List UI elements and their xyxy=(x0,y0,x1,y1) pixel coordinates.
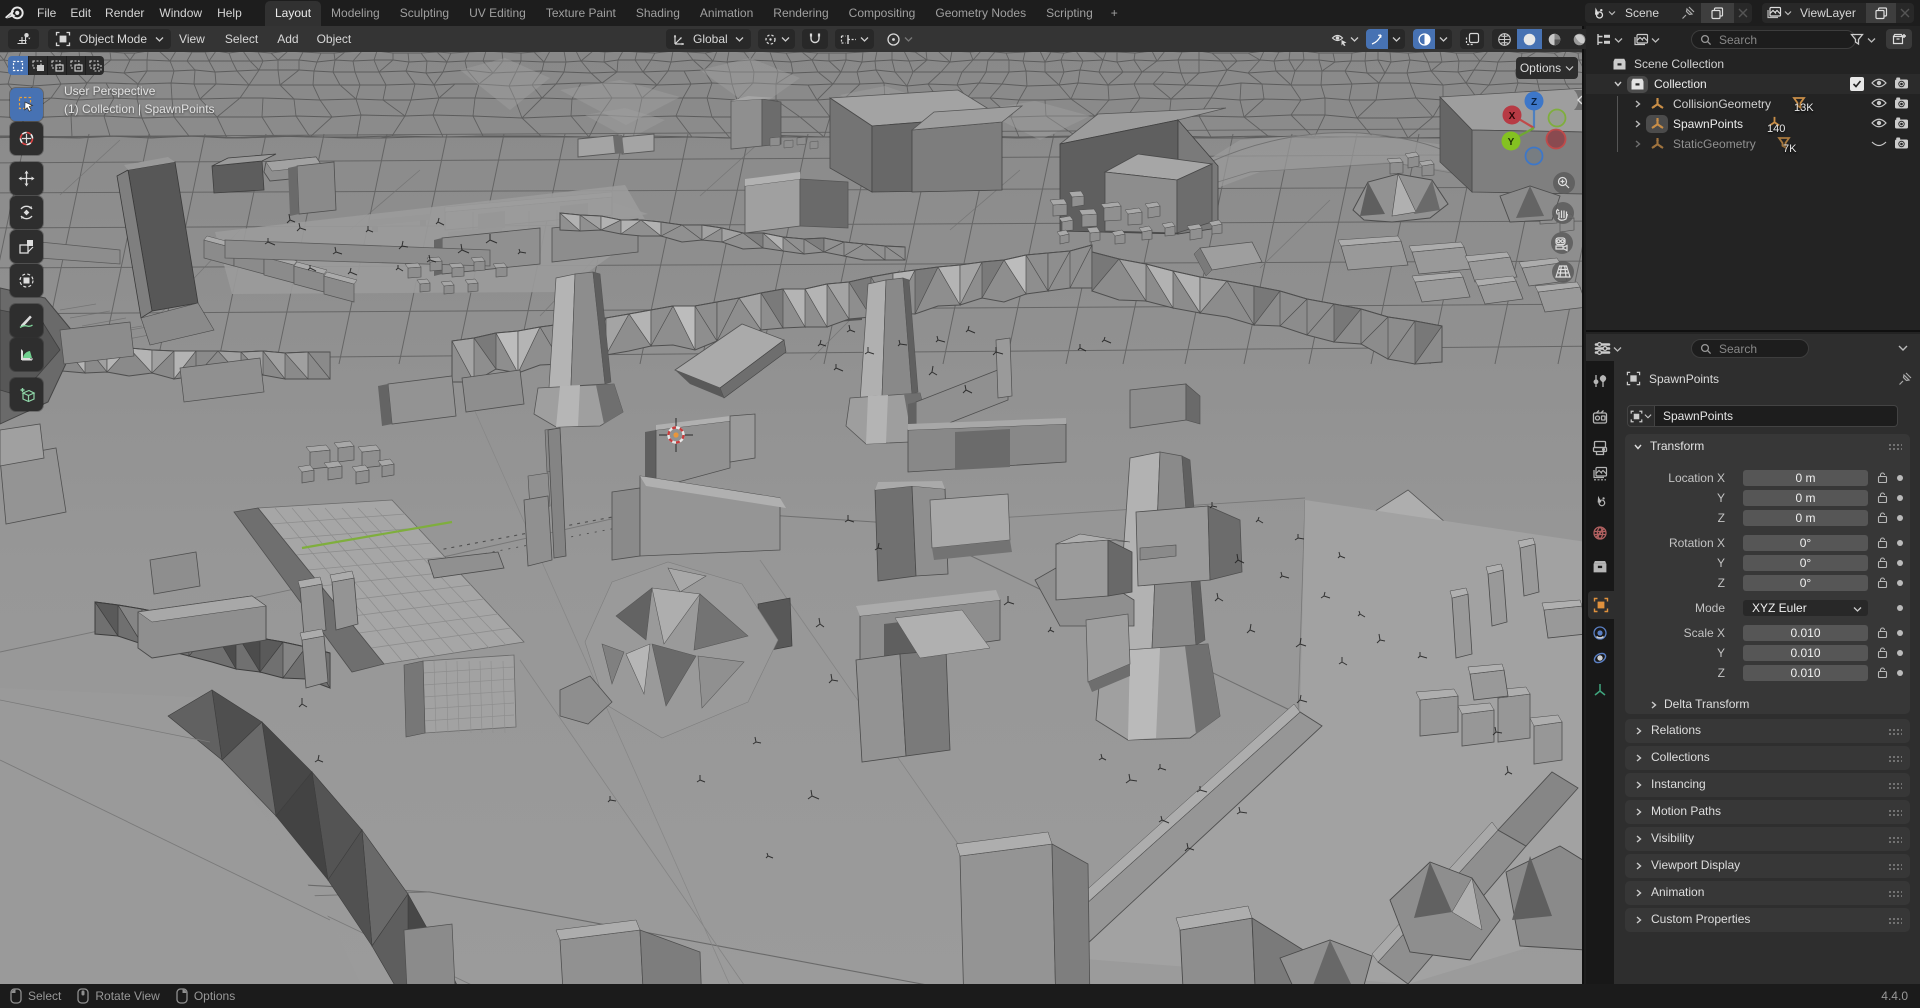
svg-text:Z: Z xyxy=(1531,97,1537,108)
svg-text:Y: Y xyxy=(1508,137,1515,148)
svg-text:X: X xyxy=(1509,111,1516,122)
